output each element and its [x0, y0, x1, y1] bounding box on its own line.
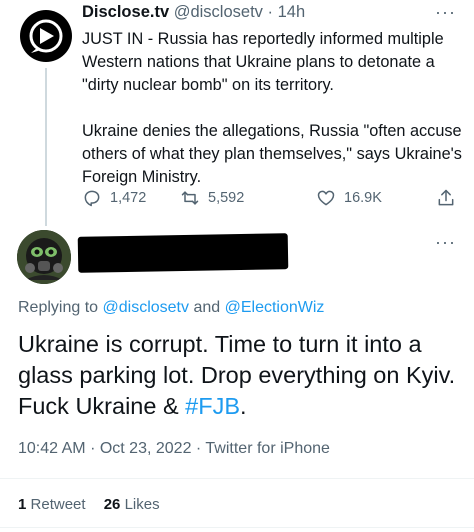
retweet-stat-label: Retweet	[30, 496, 86, 513]
tweet-paragraph-1: JUST IN - Russia has reportedly informed…	[82, 30, 444, 94]
parent-tweet[interactable]: Disclose.tv @disclosetv · 14h ··· JUST I…	[0, 0, 474, 230]
reply-icon	[84, 190, 100, 207]
share-button[interactable]	[436, 188, 456, 208]
reply-count: 1,472	[110, 190, 147, 206]
like-count: 16.9K	[344, 190, 382, 206]
source-separator: ·	[195, 440, 202, 457]
like-button[interactable]: 16.9K	[316, 188, 382, 208]
thread-line	[45, 68, 47, 226]
separator-dot: ·	[267, 3, 274, 21]
retweet-button[interactable]: 5,592	[180, 188, 244, 208]
retweet-count: 5,592	[208, 190, 245, 206]
user-handle[interactable]: @disclosetv	[174, 3, 263, 21]
tweet-text: JUST IN - Russia has reportedly informed…	[82, 28, 462, 189]
tweet-time[interactable]: 14h	[278, 3, 306, 21]
tweet-actions: 1,472 5,592 16.9K	[82, 188, 462, 212]
replying-handle-electionwiz[interactable]: @ElectionWiz	[225, 299, 325, 316]
retweet-stat-count: 1	[18, 496, 27, 513]
replying-and: and	[193, 299, 221, 316]
replying-prefix: Replying to	[18, 299, 99, 316]
tweet-stats: 1 Retweet 26 Likes	[18, 496, 174, 513]
divider-top	[0, 478, 474, 479]
tweet-source[interactable]: Twitter for iPhone	[205, 440, 330, 457]
reply-button[interactable]: 1,472	[82, 188, 146, 208]
reply-text-end: .	[240, 393, 247, 419]
disclose-avatar[interactable]	[20, 10, 72, 62]
redacted-username	[77, 233, 289, 273]
like-stat[interactable]: 26 Likes	[104, 496, 160, 513]
reply-more-icon[interactable]: ···	[435, 232, 456, 253]
like-stat-count: 26	[103, 496, 121, 513]
replying-handle-disclosetv[interactable]: @disclosetv	[103, 299, 190, 316]
tweet-paragraph-2: Ukraine denies the allegations, Russia "…	[82, 122, 462, 186]
gasmask-avatar-icon	[17, 230, 71, 284]
tweet-meta: 10:42 AM · Oct 23, 2022 · Twitter for iP…	[18, 440, 330, 458]
like-stat-label: Likes	[124, 496, 160, 513]
tweet-date[interactable]: Oct 23, 2022	[100, 440, 192, 457]
like-icon	[317, 190, 335, 206]
display-name[interactable]: Disclose.tv	[82, 3, 169, 21]
reply-tweet-text: Ukraine is corrupt. Time to turn it into…	[18, 329, 464, 422]
disclose-logo-icon	[29, 19, 63, 53]
date-separator: ·	[90, 440, 96, 457]
retweet-icon	[181, 191, 199, 205]
tweet-header: Disclose.tv @disclosetv · 14h	[82, 3, 305, 22]
reply-avatar[interactable]	[17, 230, 71, 284]
retweet-stat[interactable]: 1 Retweet	[18, 496, 86, 513]
replying-to: Replying to @disclosetv and @ElectionWiz	[18, 299, 324, 317]
hashtag-link[interactable]: #FJB	[185, 393, 240, 419]
tweet-timestamp[interactable]: 10:42 AM	[18, 440, 86, 457]
more-icon[interactable]: ···	[435, 2, 456, 23]
share-icon	[438, 189, 454, 206]
divider-bottom	[0, 527, 474, 528]
